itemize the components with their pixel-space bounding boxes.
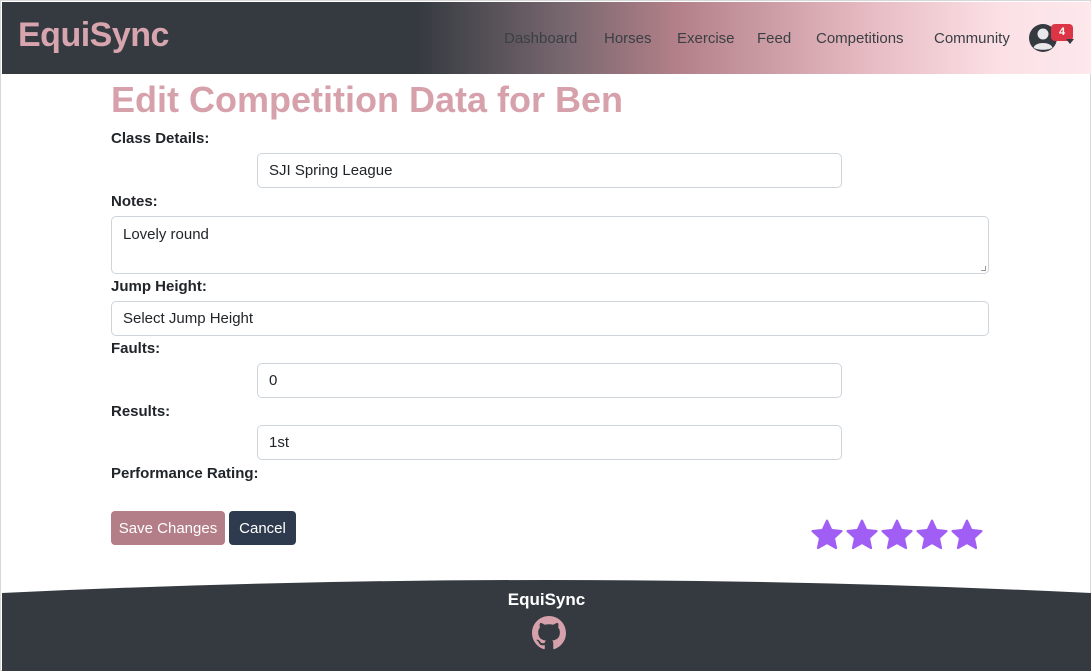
brand-logo[interactable]: EquiSync: [18, 16, 169, 55]
jump-height-value: Select Jump Height: [123, 310, 254, 327]
nav-item-competitions[interactable]: Competitions: [816, 30, 904, 47]
save-changes-button[interactable]: Save Changes: [111, 511, 225, 545]
rating-star-icon[interactable]: [915, 518, 949, 552]
class-details-input[interactable]: SJI Spring League: [257, 153, 842, 188]
cancel-button[interactable]: Cancel: [229, 511, 296, 545]
nav-item-dashboard[interactable]: Dashboard: [504, 30, 577, 47]
top-navbar: EquiSync Dashboard Horses Exercise Feed …: [2, 2, 1091, 74]
nav-item-exercise[interactable]: Exercise: [677, 30, 735, 47]
rating-star-icon[interactable]: [880, 518, 914, 552]
nav-item-community[interactable]: Community: [934, 30, 1010, 47]
page-title: Edit Competition Data for Ben: [111, 79, 623, 120]
rating-star-icon[interactable]: [845, 518, 879, 552]
resize-handle-icon[interactable]: [981, 266, 986, 271]
results-label: Results:: [111, 403, 171, 420]
faults-value: 0: [269, 372, 278, 389]
jump-height-label: Jump Height:: [111, 278, 207, 295]
performance-rating-label: Performance Rating:: [111, 465, 259, 482]
class-details-label: Class Details:: [111, 130, 210, 147]
rating-star-icon[interactable]: [810, 518, 844, 552]
rating-star-icon[interactable]: [950, 518, 984, 552]
footer-brand: EquiSync: [507, 590, 586, 609]
faults-label: Faults:: [111, 340, 161, 357]
github-icon[interactable]: [532, 616, 566, 650]
results-value: 1st: [269, 434, 290, 451]
faults-input[interactable]: 0: [257, 363, 842, 398]
results-input[interactable]: 1st: [257, 425, 842, 460]
chevron-down-icon[interactable]: [1066, 39, 1074, 44]
class-details-value: SJI Spring League: [269, 162, 393, 179]
jump-height-select[interactable]: Select Jump Height: [111, 301, 989, 336]
nav-item-feed[interactable]: Feed: [757, 30, 791, 47]
nav-item-horses[interactable]: Horses: [604, 30, 652, 47]
notes-textarea[interactable]: Lovely round: [111, 216, 989, 274]
notes-value: Lovely round: [123, 226, 209, 243]
notes-label: Notes:: [111, 193, 158, 210]
